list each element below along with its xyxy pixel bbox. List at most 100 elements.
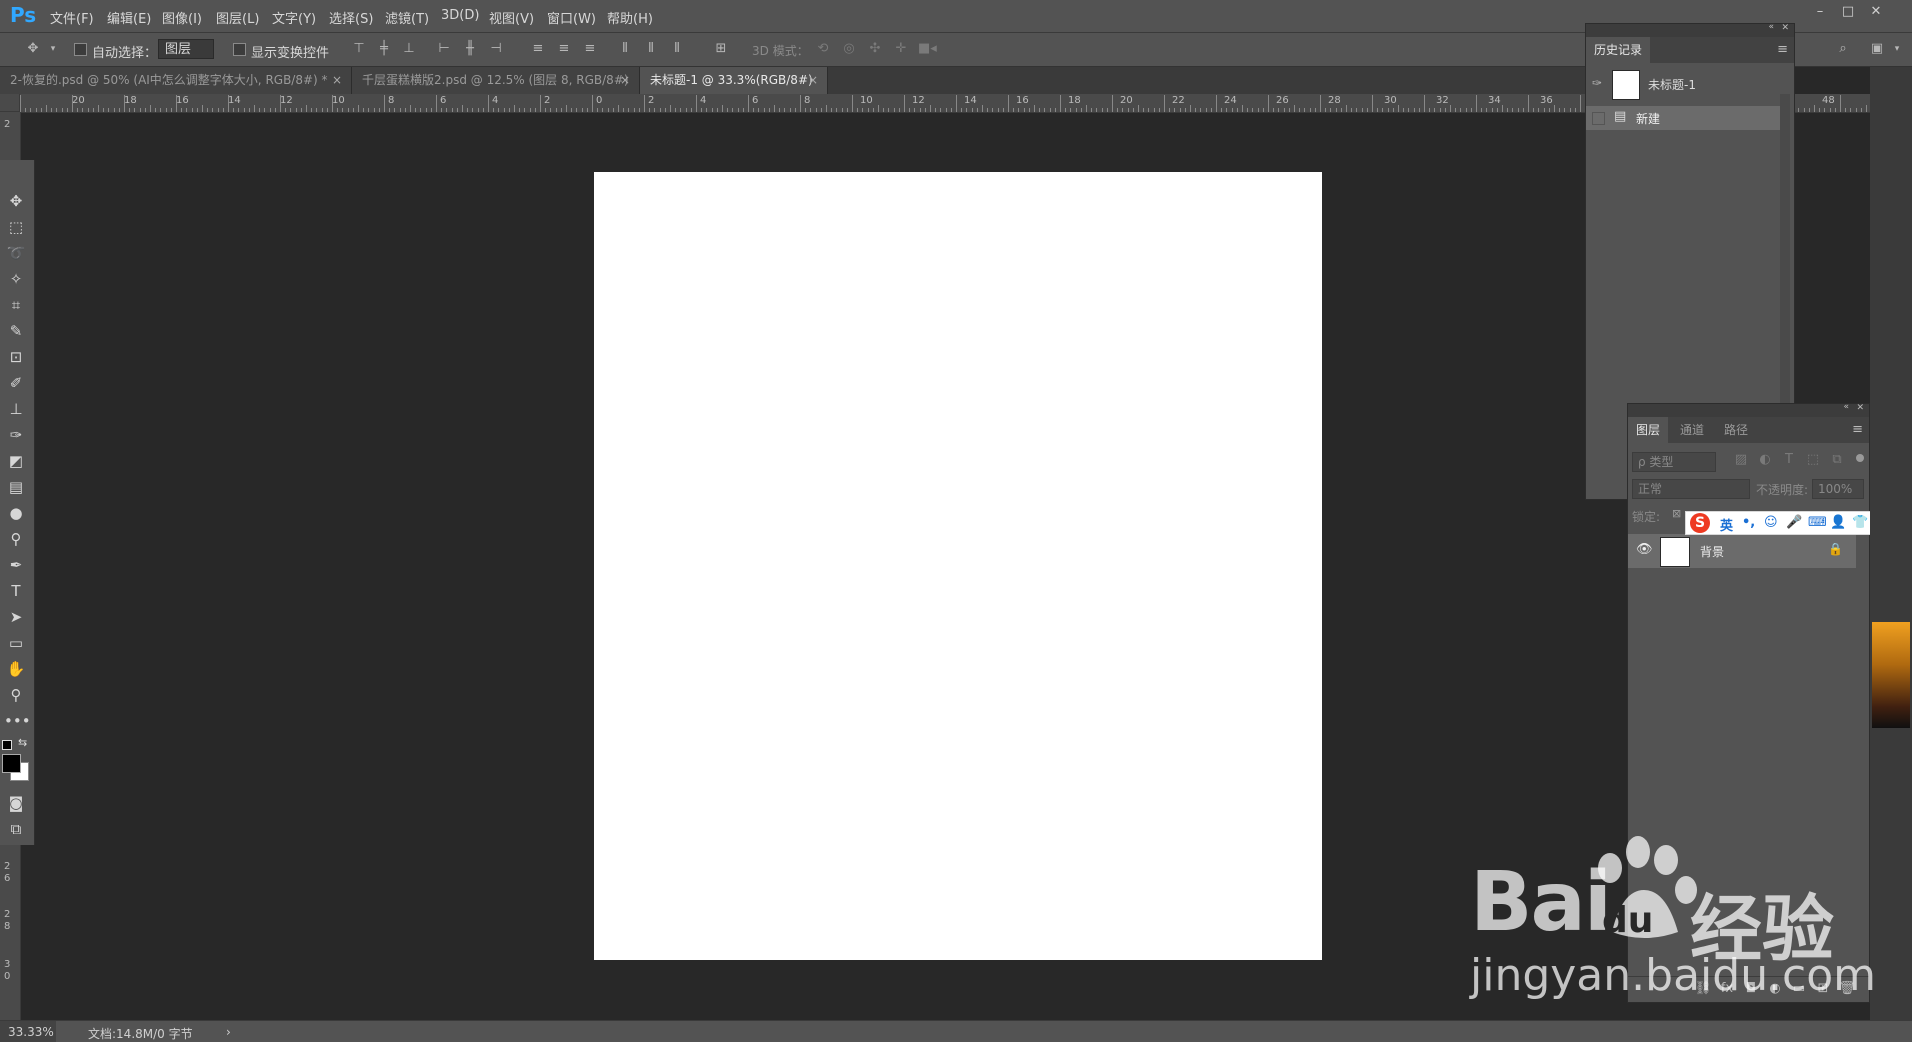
- distribute-hcenter-icon[interactable]: ⫴: [642, 41, 660, 57]
- punctuation-icon[interactable]: •,: [1742, 515, 1755, 530]
- close-button[interactable]: ✕: [1866, 4, 1886, 20]
- menu-edit[interactable]: 编辑(E): [107, 8, 151, 27]
- auto-align-icon[interactable]: ⊞: [712, 41, 730, 57]
- 3d-slide-icon[interactable]: ✛: [892, 41, 910, 57]
- collapse-icon[interactable]: «: [1768, 22, 1774, 32]
- emoji-icon[interactable]: ☺: [1764, 515, 1778, 530]
- magic-wand-icon[interactable]: ✧: [4, 268, 28, 290]
- foreground-color-swatch[interactable]: [2, 754, 21, 773]
- color-swatch-gradient[interactable]: [1872, 622, 1910, 728]
- tab-layers[interactable]: 图层: [1628, 417, 1669, 443]
- align-right-icon[interactable]: ⊣: [487, 41, 505, 57]
- align-vcenter-icon[interactable]: ╪: [375, 41, 393, 57]
- gradient-icon[interactable]: ▤: [4, 476, 28, 498]
- panel-header[interactable]: « ✕: [1628, 402, 1869, 417]
- opacity-field[interactable]: 100%: [1812, 479, 1864, 499]
- search-icon[interactable]: ⌕: [1834, 41, 1852, 57]
- menu-image[interactable]: 图像(I): [162, 8, 202, 27]
- history-state-new[interactable]: ▤ 新建: [1586, 106, 1781, 130]
- auto-select-dropdown[interactable]: 图层: [158, 39, 214, 59]
- microphone-icon[interactable]: 🎤: [1786, 515, 1802, 530]
- tab-close-icon[interactable]: ×: [620, 67, 630, 94]
- menu-filter[interactable]: 滤镜(T): [385, 8, 429, 27]
- pen-icon[interactable]: ✒: [4, 554, 28, 576]
- align-top-icon[interactable]: ⊤: [350, 41, 368, 57]
- quick-mask-icon[interactable]: ◙: [4, 792, 28, 814]
- menu-select[interactable]: 选择(S): [329, 8, 373, 27]
- keyboard-icon[interactable]: ⌨: [1808, 515, 1827, 530]
- sogou-logo-icon[interactable]: S: [1690, 513, 1710, 533]
- filter-shape-icon[interactable]: ⬚: [1804, 452, 1822, 468]
- tab-recovered-psd[interactable]: 2-恢复的.psd @ 50% (AI中怎么调整字体大小, RGB/8#) * …: [0, 67, 352, 94]
- panel-menu-icon[interactable]: ≡: [1777, 42, 1788, 57]
- hand-icon[interactable]: ✋: [4, 658, 28, 680]
- ime-language-toggle[interactable]: 英: [1720, 515, 1733, 534]
- history-checkbox[interactable]: [1592, 112, 1605, 125]
- layer-filter-dropdown[interactable]: ρ 类型: [1632, 452, 1716, 472]
- zoom-level[interactable]: 33.33%: [8, 1025, 54, 1039]
- move-tool-preset-icon[interactable]: ✥: [24, 41, 42, 57]
- tab-history[interactable]: 历史记录: [1586, 37, 1651, 63]
- panel-header[interactable]: « ✕: [1586, 22, 1794, 37]
- menu-help[interactable]: 帮助(H): [607, 8, 653, 27]
- panel-menu-icon[interactable]: ≡: [1852, 422, 1863, 437]
- layer-row-background[interactable]: 👁 背景 🔒: [1628, 534, 1856, 568]
- document-canvas[interactable]: [594, 172, 1322, 960]
- align-left-icon[interactable]: ⊢: [435, 41, 453, 57]
- history-brush-icon[interactable]: ✑: [4, 424, 28, 446]
- history-brush-source-icon[interactable]: ✑: [1592, 76, 1602, 90]
- swap-colors-icon[interactable]: ⇆: [18, 736, 27, 749]
- maximize-button[interactable]: □: [1838, 4, 1858, 20]
- workspace-icon[interactable]: ▣: [1868, 41, 1886, 57]
- menu-window[interactable]: 窗口(W): [547, 8, 596, 27]
- stamp-icon[interactable]: ⊥: [4, 398, 28, 420]
- marquee-icon[interactable]: ⬚: [4, 216, 28, 238]
- ruler-origin[interactable]: [0, 94, 20, 112]
- history-snapshot[interactable]: ✑ 未标题-1: [1586, 66, 1781, 102]
- filter-adjust-icon[interactable]: ◐: [1756, 452, 1774, 468]
- user-icon[interactable]: 👤: [1830, 515, 1846, 530]
- tab-channels[interactable]: 通道: [1672, 417, 1712, 443]
- distribute-top-icon[interactable]: ≡: [529, 41, 547, 57]
- close-icon[interactable]: ✕: [1856, 403, 1864, 413]
- menu-layer[interactable]: 图层(L): [216, 8, 259, 27]
- crop-icon[interactable]: ⌗: [4, 294, 28, 316]
- tab-close-icon[interactable]: ×: [332, 67, 342, 94]
- workspace-chevron-icon[interactable]: ▾: [1888, 41, 1906, 57]
- tab-close-icon[interactable]: ×: [808, 67, 818, 94]
- 3d-scale-icon[interactable]: ■◂: [918, 41, 937, 57]
- menu-3d[interactable]: 3D(D): [441, 8, 479, 23]
- eyedropper-icon[interactable]: ✎: [4, 320, 28, 342]
- 3d-pan-icon[interactable]: ✣: [866, 41, 884, 57]
- lock-transparent-icon[interactable]: ⊠: [1672, 507, 1681, 520]
- chevron-down-icon[interactable]: ▾: [44, 41, 62, 57]
- lasso-icon[interactable]: ➰: [4, 242, 28, 264]
- distribute-left-icon[interactable]: ⫴: [616, 41, 634, 57]
- menu-view[interactable]: 视图(V): [489, 8, 534, 27]
- screen-mode-icon[interactable]: ⧉: [4, 818, 28, 840]
- filter-type-icon[interactable]: T: [1780, 452, 1798, 468]
- rectangle-icon[interactable]: ▭: [4, 632, 28, 654]
- brush-icon[interactable]: ✐: [4, 372, 28, 394]
- menu-type[interactable]: 文字(Y): [272, 8, 316, 27]
- filter-smart-icon[interactable]: ⧉: [1828, 452, 1846, 468]
- blur-icon[interactable]: ●: [4, 502, 28, 524]
- visibility-eye-icon[interactable]: 👁: [1636, 542, 1653, 557]
- filter-toggle-icon[interactable]: [1856, 454, 1864, 462]
- tab-paths[interactable]: 路径: [1716, 417, 1756, 443]
- tab-cake-psd[interactable]: 千层蛋糕横版2.psd @ 12.5% (图层 8, RGB/8#) ×: [352, 67, 640, 94]
- path-select-icon[interactable]: ➤: [4, 606, 28, 628]
- auto-select-checkbox[interactable]: [74, 43, 87, 56]
- tab-untitled-1[interactable]: 未标题-1 @ 33.3%(RGB/8#) ×: [640, 67, 828, 94]
- blend-mode-dropdown[interactable]: 正常: [1632, 479, 1750, 499]
- 3d-orbit-icon[interactable]: ⟲: [814, 41, 832, 57]
- patch-icon[interactable]: ⊡: [4, 346, 28, 368]
- zoom-icon[interactable]: ⚲: [4, 684, 28, 706]
- default-colors-icon[interactable]: [2, 740, 12, 750]
- dodge-icon[interactable]: ⚲: [4, 528, 28, 550]
- filter-pixel-icon[interactable]: ▨: [1732, 452, 1750, 468]
- distribute-vcenter-icon[interactable]: ≡: [555, 41, 573, 57]
- more-icon[interactable]: •••: [4, 710, 31, 732]
- align-hcenter-icon[interactable]: ╫: [461, 41, 479, 57]
- align-bottom-icon[interactable]: ⊥: [400, 41, 418, 57]
